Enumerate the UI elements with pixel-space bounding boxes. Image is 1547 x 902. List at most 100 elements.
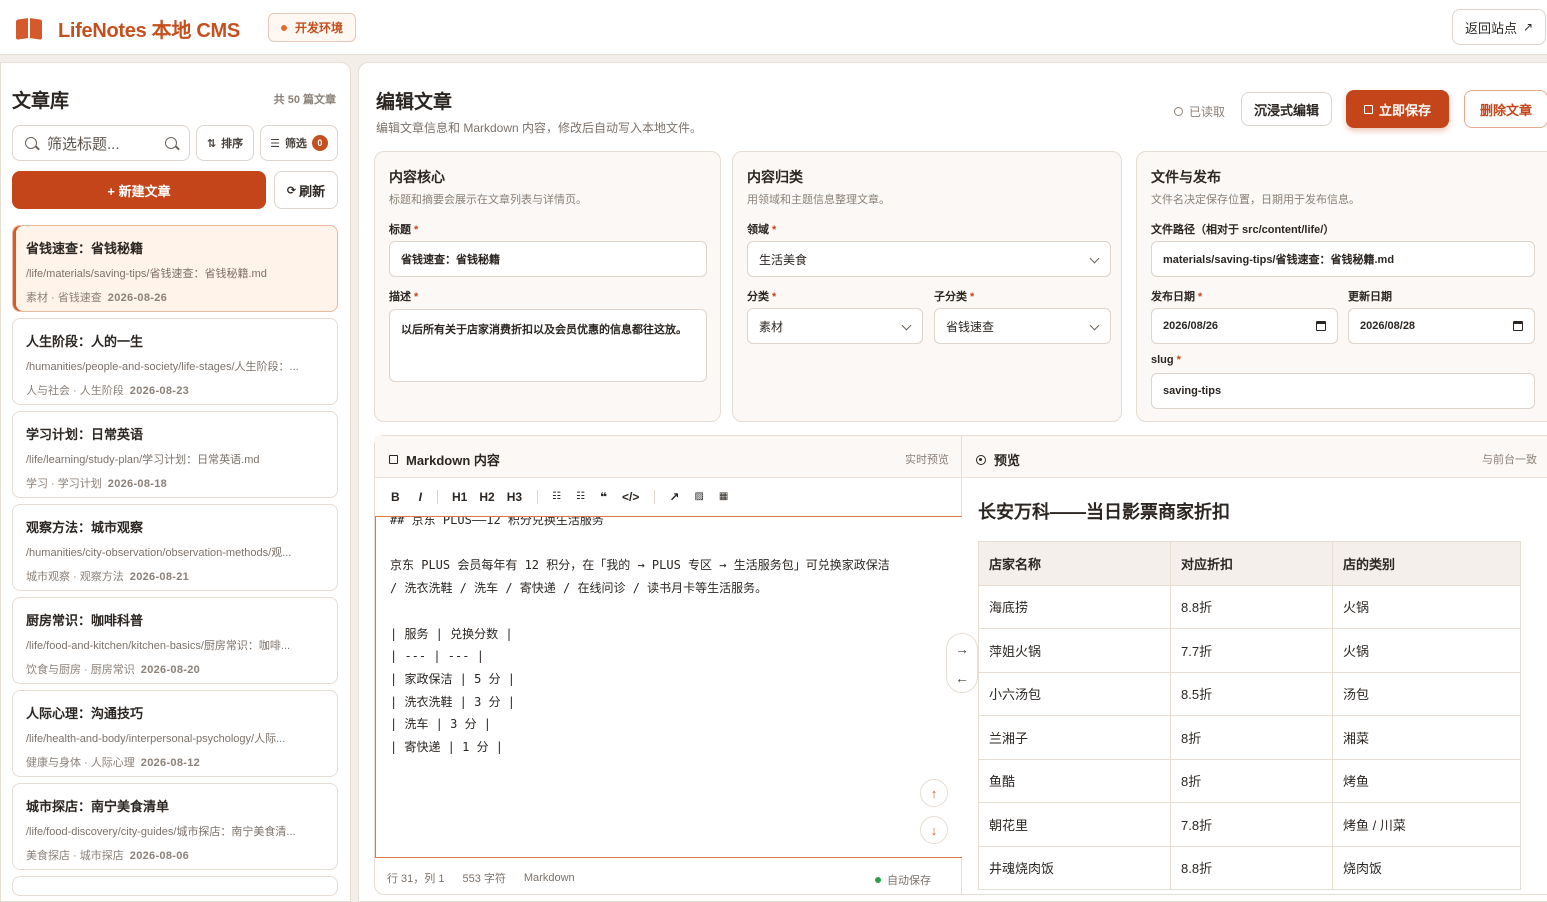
bold-button[interactable]: B xyxy=(391,490,400,504)
filter-button[interactable]: ☰ 筛选 0 xyxy=(260,125,338,161)
arrow-right-icon[interactable]: → xyxy=(955,641,969,657)
column-header: 店的类别 xyxy=(1332,541,1521,586)
scroll-bottom-button[interactable]: ↓ xyxy=(920,816,948,844)
table-cell: 海底捞 xyxy=(978,584,1171,629)
article-title: 厨房常识：咖啡科普 xyxy=(26,613,144,628)
h3-button[interactable]: H3 xyxy=(507,490,522,504)
table-cell: 烧肉饭 xyxy=(1332,845,1521,890)
article-category: 健康与身体 · 人际心理 xyxy=(26,757,135,769)
table-cell: 烤鱼 xyxy=(1332,758,1521,803)
sort-button[interactable]: ⇅ 排序 xyxy=(196,125,254,161)
article-date: 2026-08-26 xyxy=(107,292,168,304)
list-item[interactable] xyxy=(12,876,338,896)
immersive-edit-button[interactable]: 沉浸式编辑 xyxy=(1241,92,1332,126)
domain-select[interactable]: 生活美食 xyxy=(747,241,1111,277)
editor-line: | --- | --- | xyxy=(390,649,484,664)
list-item[interactable]: 城市探店：南宁美食清单 /life/food-discovery/city-gu… xyxy=(12,783,338,870)
publish-date-field[interactable]: 2026/08/26 xyxy=(1151,308,1338,344)
subcategory-select[interactable]: 省钱速查 xyxy=(934,308,1111,344)
table-icon[interactable]: ▦ xyxy=(719,491,728,502)
editor-line: | 洗车 | 3 分 | xyxy=(390,717,492,732)
list-item[interactable]: 厨房常识：咖啡科普 /life/food-and-kitchen/kitchen… xyxy=(12,597,338,684)
article-meta: 人与社会 · 人生阶段 2026-08-23 xyxy=(26,382,325,398)
editor-line: | 家政保洁 | 5 分 | xyxy=(390,671,516,686)
arrow-left-icon[interactable]: ← xyxy=(955,670,969,686)
quote-icon[interactable]: ❝ xyxy=(600,490,607,504)
delete-button[interactable]: 删除文章 xyxy=(1464,90,1547,128)
article-count: 共 50 篇文章 xyxy=(273,94,336,106)
autosave-label: 自动保存 xyxy=(887,875,931,887)
toolbar-divider xyxy=(537,489,539,504)
back-to-site-button[interactable]: 返回站点 ↗ xyxy=(1452,9,1546,45)
calendar-icon[interactable] xyxy=(1513,321,1523,331)
save-button[interactable]: 立即保存 xyxy=(1346,90,1449,128)
file-path-field[interactable]: materials/saving-tips/省钱速查：省钱秘籍.md xyxy=(1151,241,1535,277)
table-header-row: 店家名称 对应折扣 店的类别 xyxy=(978,541,1521,586)
new-article-button[interactable]: + 新建文章 xyxy=(12,171,266,209)
update-date-field[interactable]: 2026/08/28 xyxy=(1348,308,1535,344)
sidebar-title: 文章库 xyxy=(12,91,70,112)
scroll-top-button[interactable]: ↑ xyxy=(920,779,948,807)
article-date: 2026-08-18 xyxy=(107,478,168,490)
category-card: 内容归类 用领域和主题信息整理文章。 领域 * 生活美食 分类 * 素材 子分类 * … xyxy=(732,151,1122,422)
article-date: 2026-08-06 xyxy=(129,850,190,862)
italic-button[interactable]: I xyxy=(419,490,422,504)
link-icon[interactable]: ↗ xyxy=(669,490,679,504)
search-submit-icon[interactable] xyxy=(165,137,177,149)
book-icon xyxy=(16,17,44,41)
article-meta: 城市观察 · 观察方法 2026-08-21 xyxy=(26,568,325,584)
file-card-title: 文件与发布 xyxy=(1151,169,1221,185)
brand[interactable]: LifeNotes 本地 CMS xyxy=(16,14,240,43)
table-row: 鱼酷 8折 烤鱼 xyxy=(978,758,1521,803)
article-category: 素材 · 省钱速查 xyxy=(26,292,102,304)
search-input[interactable]: 筛选标题... xyxy=(12,125,190,161)
table-row: 兰湘子 8折 湘菜 xyxy=(978,715,1521,760)
live-preview-hint: 实时预览 xyxy=(905,454,949,466)
status-dot-icon xyxy=(875,877,881,883)
chevron-down-icon xyxy=(1089,320,1100,331)
update-date-label: 更新日期 xyxy=(1348,291,1392,303)
back-label: 返回站点 xyxy=(1464,20,1517,36)
table-cell: 萍姐火锅 xyxy=(978,628,1171,673)
h2-button[interactable]: H2 xyxy=(479,490,494,504)
article-list: 省钱速查：省钱秘籍 /life/materials/saving-tips/省钱… xyxy=(12,225,338,902)
env-label: 开发环境 xyxy=(295,21,344,35)
status-dot-icon xyxy=(281,24,287,31)
title-field[interactable]: 省钱速查：省钱秘籍 xyxy=(389,241,707,277)
table-cell: 8折 xyxy=(1170,758,1333,803)
table-cell: 小六汤包 xyxy=(978,671,1171,716)
description-field[interactable]: 以后所有关于店家消费折扣以及会员优惠的信息都往这放。 xyxy=(389,309,707,382)
table-cell: 湘菜 xyxy=(1332,715,1521,760)
file-card-subtitle: 文件名决定保存位置，日期用于发布信息。 xyxy=(1151,194,1360,206)
category-select[interactable]: 素材 xyxy=(747,308,923,344)
column-header: 店家名称 xyxy=(978,541,1171,586)
bullet-list-icon[interactable]: ☷ xyxy=(552,491,561,502)
preview-title: 预览 xyxy=(994,453,1021,468)
slug-field[interactable]: saving-tips xyxy=(1151,373,1535,409)
column-header: 对应折扣 xyxy=(1170,541,1333,586)
refresh-button[interactable]: ⟳ 刷新 xyxy=(274,171,338,209)
save-label: 立即保存 xyxy=(1378,102,1431,118)
article-date: 2026-08-20 xyxy=(140,664,201,676)
preview-header: 预览 与前台一致 xyxy=(962,436,1547,478)
calendar-icon[interactable] xyxy=(1316,321,1326,331)
article-path: /life/food-discovery/city-guides/城市探店：南宁… xyxy=(26,826,296,838)
markdown-editor[interactable]: ## 京东 PLUS——12 积分兑换生活服务 京东 PLUS 会员每年有 12… xyxy=(375,516,963,858)
list-item[interactable]: 省钱速查：省钱秘籍 /life/materials/saving-tips/省钱… xyxy=(12,225,338,312)
numbered-list-icon[interactable]: ☷ xyxy=(576,491,585,502)
markdown-pane: Markdown 内容 实时预览 B I H1 H2 H3 ☷ ☷ ❝ </> … xyxy=(374,435,963,895)
code-icon[interactable]: </> xyxy=(622,490,639,504)
list-item[interactable]: 学习计划：日常英语 /life/learning/study-plan/学习计划… xyxy=(12,411,338,498)
image-icon[interactable]: ▨ xyxy=(694,491,703,502)
article-meta: 健康与身体 · 人际心理 2026-08-12 xyxy=(26,754,325,770)
table-cell: 汤包 xyxy=(1332,671,1521,716)
article-meta: 美食探店 · 城市探店 2026-08-06 xyxy=(26,847,325,863)
h1-button[interactable]: H1 xyxy=(452,490,467,504)
list-item[interactable]: 观察方法：城市观察 /humanities/city-observation/o… xyxy=(12,504,338,591)
list-item[interactable]: 人际心理：沟通技巧 /life/health-and-body/interper… xyxy=(12,690,338,777)
table-cell: 8.5折 xyxy=(1170,671,1333,716)
circle-icon xyxy=(1174,107,1183,116)
list-item[interactable]: 人生阶段：人的一生 /humanities/people-and-society… xyxy=(12,318,338,405)
editor-line: | 寄快递 | 1 分 | xyxy=(390,740,504,755)
article-category: 饮食与厨房 · 厨房常识 xyxy=(26,664,135,676)
